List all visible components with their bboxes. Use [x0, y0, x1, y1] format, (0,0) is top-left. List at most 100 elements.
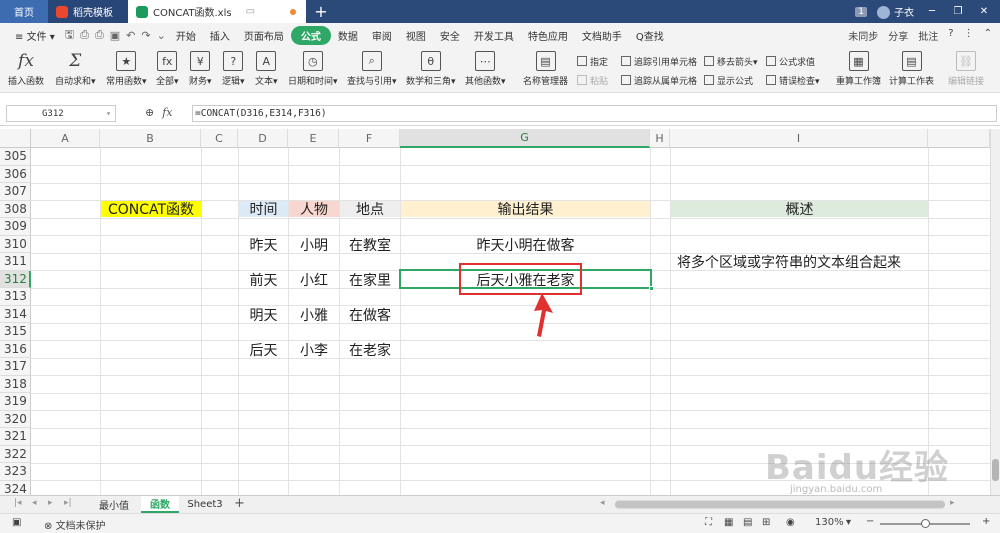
cell-d312[interactable]: 前天 [239, 271, 288, 289]
cell-b308[interactable]: CONCAT函数 [101, 201, 201, 218]
row-header[interactable]: 309 [0, 218, 31, 236]
preview-icon[interactable]: ▣ [107, 29, 123, 42]
cell-e316[interactable]: 小李 [289, 341, 339, 359]
tab-templates[interactable]: 稻壳模板 [48, 0, 128, 23]
column-header-d[interactable]: D [238, 129, 288, 148]
row-header[interactable]: 311 [0, 253, 31, 271]
tab-home[interactable]: 首页 [0, 0, 48, 23]
row-header[interactable]: 316 [0, 340, 31, 358]
sync-button[interactable]: 未同步 [848, 28, 878, 43]
cell-g308[interactable]: 输出结果 [401, 201, 650, 218]
horizontal-scrollbar[interactable] [615, 500, 945, 509]
prev-sheet-icon[interactable]: ◂ [32, 498, 37, 508]
lookup-button[interactable]: ⌕ 查找与引用▾ [347, 51, 397, 87]
menu-search[interactable]: Q查找 [629, 28, 671, 43]
scroll-left-icon[interactable]: ◂ [600, 498, 605, 508]
close-icon[interactable]: ✕ [976, 6, 992, 17]
column-header-a[interactable]: A [31, 129, 100, 148]
save-icon[interactable]: 🖫 [62, 26, 77, 45]
row-header[interactable]: 310 [0, 235, 31, 253]
edit-links-button[interactable]: ⛓ 编辑链接 [948, 51, 984, 87]
chevron-down-icon[interactable]: ⌄ [154, 29, 169, 42]
horizontal-scroll-thumb[interactable] [615, 501, 945, 508]
all-functions-button[interactable]: fx 全部▾ [156, 51, 179, 87]
column-header-f[interactable]: F [339, 129, 400, 148]
remove-arrows-button[interactable]: 移去箭头▾ [704, 55, 758, 68]
column-header-i[interactable]: I [670, 129, 928, 148]
chevron-down-icon[interactable]: ▾ [106, 109, 111, 118]
row-header[interactable]: 308 [0, 200, 31, 218]
column-header-h[interactable]: H [650, 129, 670, 148]
comment-button[interactable]: 批注 [918, 28, 938, 43]
cell-f312[interactable]: 在家里 [340, 271, 400, 289]
row-header[interactable]: 307 [0, 183, 31, 201]
select-all-corner[interactable] [0, 129, 31, 148]
cell-f316[interactable]: 在老家 [340, 341, 400, 359]
cell-e314[interactable]: 小雅 [289, 306, 339, 324]
paste-button[interactable]: 粘贴 [577, 74, 608, 87]
vertical-scroll-thumb[interactable] [992, 459, 999, 481]
normal-view-icon[interactable]: ▦ [724, 517, 733, 528]
minimize-icon[interactable]: ─ [924, 6, 940, 17]
sheet-tab-sheet3[interactable]: Sheet3 [182, 496, 228, 513]
name-box[interactable]: G312 ▾ [6, 105, 116, 122]
cell-d314[interactable]: 明天 [239, 306, 288, 324]
cell-e308[interactable]: 人物 [289, 201, 339, 218]
zoom-in-icon[interactable]: + [982, 516, 990, 527]
user-menu[interactable]: 子衣 [877, 4, 914, 20]
formula-input[interactable]: =CONCAT(D316,E314,F316) [192, 105, 997, 122]
cell-d310[interactable]: 昨天 [239, 236, 288, 254]
first-sheet-icon[interactable]: |◂ [14, 498, 22, 508]
logical-button[interactable]: ? 逻辑▾ [222, 51, 245, 87]
page-layout-icon[interactable]: ▤ [743, 517, 752, 528]
math-trig-button[interactable]: θ 数学和三角▾ [406, 51, 456, 87]
zoom-icon[interactable]: ⊕ [145, 106, 154, 119]
trace-dependents-button[interactable]: 追踪从属单元格 [621, 74, 697, 87]
print-icon[interactable]: ⎙ [92, 28, 107, 42]
name-manager-button[interactable]: ▤ 名称管理器 [523, 51, 568, 87]
menu-file[interactable]: ≡ 文件 ▾ [8, 28, 62, 43]
menu-review[interactable]: 审阅 [365, 28, 399, 43]
evaluate-formula-button[interactable]: 公式求值 [766, 55, 815, 68]
common-functions-button[interactable]: ★ 常用函数▾ [106, 51, 147, 87]
scroll-right-icon[interactable]: ▸ [950, 498, 955, 508]
cell-e310[interactable]: 小明 [289, 236, 339, 254]
zoom-slider-knob[interactable] [921, 519, 930, 528]
row-header[interactable]: 318 [0, 375, 31, 393]
row-header[interactable]: 323 [0, 463, 31, 481]
column-header-b[interactable]: B [100, 129, 201, 148]
menu-security[interactable]: 安全 [433, 28, 467, 43]
sheet-tab-min[interactable]: 最小值 [88, 496, 140, 513]
menu-assistant[interactable]: 文档助手 [575, 28, 629, 43]
cell-d308[interactable]: 时间 [239, 201, 288, 218]
trace-precedents-button[interactable]: 追踪引用单元格 [621, 55, 697, 68]
add-sheet-button[interactable]: + [234, 496, 245, 511]
other-functions-button[interactable]: ⋯ 其他函数▾ [465, 51, 506, 87]
row-header[interactable]: 321 [0, 428, 31, 446]
recalc-workbook-button[interactable]: ▦ 重算工作簿 [836, 51, 881, 87]
page-break-icon[interactable]: ⊞ [762, 517, 770, 528]
row-header[interactable]: 306 [0, 165, 31, 183]
zoom-level[interactable]: 130% [815, 517, 844, 528]
cell-e312[interactable]: 小红 [289, 271, 339, 289]
fill-handle[interactable] [649, 286, 654, 291]
monitor-icon[interactable]: ▭ [246, 6, 255, 17]
row-header[interactable]: 305 [0, 148, 31, 166]
menu-view[interactable]: 视图 [399, 28, 433, 43]
error-check-button[interactable]: 错误检查▾ [766, 74, 820, 87]
last-sheet-icon[interactable]: ▸| [64, 498, 72, 508]
datetime-button[interactable]: ◷ 日期和时间▾ [288, 51, 338, 87]
new-tab-button[interactable]: + [306, 0, 336, 23]
tab-document[interactable]: CONCAT函数.xls ▭ [128, 0, 306, 23]
more-icon[interactable]: ⋮ [964, 28, 974, 43]
column-header-e[interactable]: E [288, 129, 339, 148]
undo-icon[interactable]: ↶ [123, 29, 138, 42]
text-functions-button[interactable]: A 文本▾ [255, 51, 278, 87]
fx-icon[interactable]: fx [162, 106, 172, 119]
column-header-c[interactable]: C [201, 129, 238, 148]
eye-protect-icon[interactable]: ◉ [786, 517, 795, 528]
cell-g310[interactable]: 昨天小明在做客 [401, 236, 650, 254]
fullscreen-icon[interactable]: ⛶ [705, 517, 712, 528]
calc-sheet-button[interactable]: ▤ 计算工作表 [889, 51, 934, 87]
redo-icon[interactable]: ↷ [138, 29, 153, 42]
